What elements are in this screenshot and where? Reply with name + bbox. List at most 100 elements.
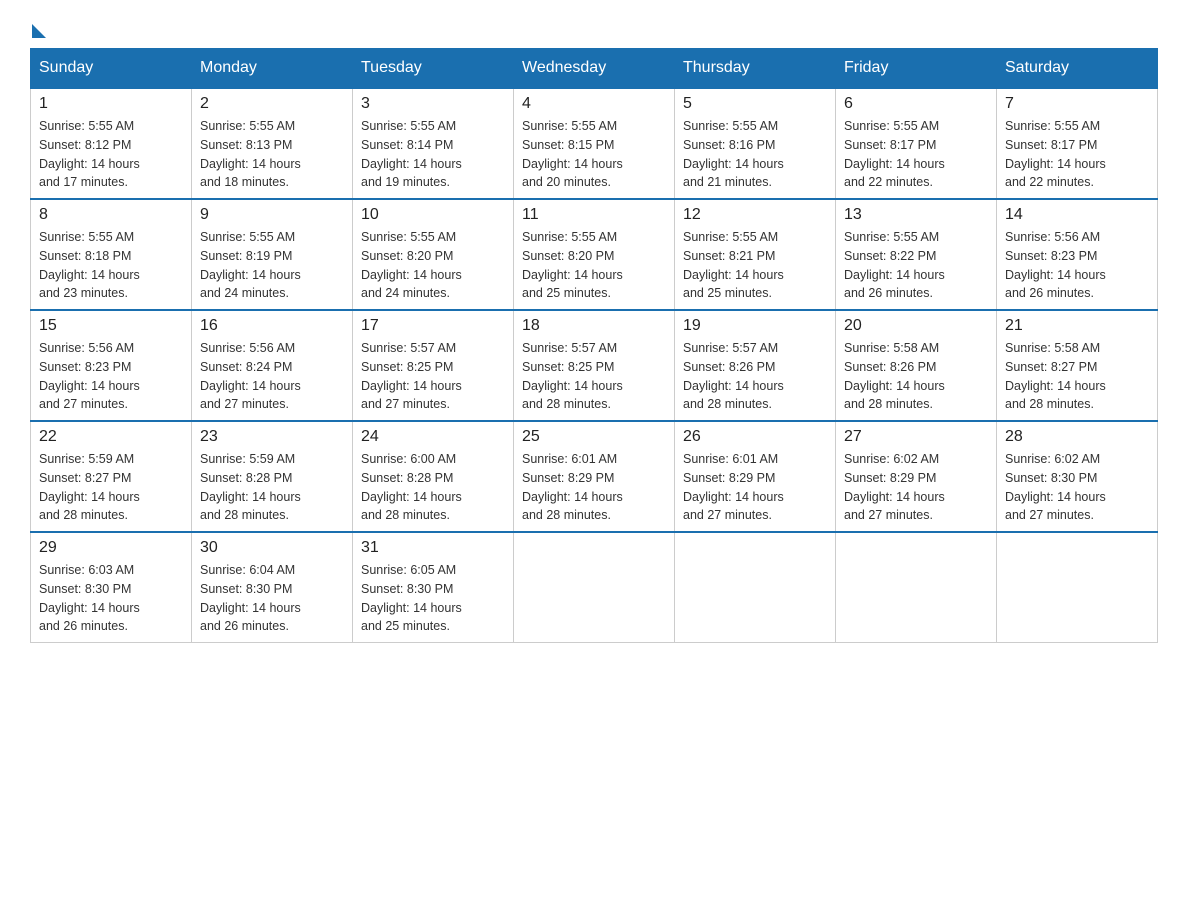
day-info: Sunrise: 5:55 AM Sunset: 8:16 PM Dayligh… — [683, 117, 827, 192]
day-number: 30 — [200, 539, 344, 557]
day-number: 29 — [39, 539, 183, 557]
day-number: 14 — [1005, 206, 1149, 224]
day-number: 20 — [844, 317, 988, 335]
day-of-week-header-wednesday: Wednesday — [514, 49, 675, 89]
day-number: 4 — [522, 95, 666, 113]
day-number: 23 — [200, 428, 344, 446]
calendar-cell: 22 Sunrise: 5:59 AM Sunset: 8:27 PM Dayl… — [31, 421, 192, 532]
calendar-header-row: SundayMondayTuesdayWednesdayThursdayFrid… — [31, 49, 1158, 89]
calendar-cell: 26 Sunrise: 6:01 AM Sunset: 8:29 PM Dayl… — [675, 421, 836, 532]
day-number: 22 — [39, 428, 183, 446]
calendar-cell: 15 Sunrise: 5:56 AM Sunset: 8:23 PM Dayl… — [31, 310, 192, 421]
day-info: Sunrise: 5:55 AM Sunset: 8:17 PM Dayligh… — [844, 117, 988, 192]
day-number: 15 — [39, 317, 183, 335]
day-of-week-header-monday: Monday — [192, 49, 353, 89]
calendar-cell: 21 Sunrise: 5:58 AM Sunset: 8:27 PM Dayl… — [997, 310, 1158, 421]
day-number: 7 — [1005, 95, 1149, 113]
logo — [30, 20, 46, 38]
calendar-cell: 17 Sunrise: 5:57 AM Sunset: 8:25 PM Dayl… — [353, 310, 514, 421]
day-number: 8 — [39, 206, 183, 224]
day-info: Sunrise: 5:59 AM Sunset: 8:28 PM Dayligh… — [200, 450, 344, 525]
day-number: 2 — [200, 95, 344, 113]
day-info: Sunrise: 5:55 AM Sunset: 8:21 PM Dayligh… — [683, 228, 827, 303]
day-info: Sunrise: 5:57 AM Sunset: 8:26 PM Dayligh… — [683, 339, 827, 414]
calendar-cell: 1 Sunrise: 5:55 AM Sunset: 8:12 PM Dayli… — [31, 88, 192, 199]
calendar-cell: 18 Sunrise: 5:57 AM Sunset: 8:25 PM Dayl… — [514, 310, 675, 421]
day-number: 5 — [683, 95, 827, 113]
day-info: Sunrise: 6:00 AM Sunset: 8:28 PM Dayligh… — [361, 450, 505, 525]
day-number: 3 — [361, 95, 505, 113]
day-info: Sunrise: 5:55 AM Sunset: 8:17 PM Dayligh… — [1005, 117, 1149, 192]
day-number: 17 — [361, 317, 505, 335]
calendar-cell: 23 Sunrise: 5:59 AM Sunset: 8:28 PM Dayl… — [192, 421, 353, 532]
day-info: Sunrise: 5:56 AM Sunset: 8:23 PM Dayligh… — [39, 339, 183, 414]
calendar-cell: 20 Sunrise: 5:58 AM Sunset: 8:26 PM Dayl… — [836, 310, 997, 421]
day-info: Sunrise: 6:03 AM Sunset: 8:30 PM Dayligh… — [39, 561, 183, 636]
calendar-cell: 9 Sunrise: 5:55 AM Sunset: 8:19 PM Dayli… — [192, 199, 353, 310]
calendar-cell: 5 Sunrise: 5:55 AM Sunset: 8:16 PM Dayli… — [675, 88, 836, 199]
calendar-cell: 2 Sunrise: 5:55 AM Sunset: 8:13 PM Dayli… — [192, 88, 353, 199]
day-number: 12 — [683, 206, 827, 224]
calendar-cell: 30 Sunrise: 6:04 AM Sunset: 8:30 PM Dayl… — [192, 532, 353, 643]
day-of-week-header-tuesday: Tuesday — [353, 49, 514, 89]
calendar-cell: 24 Sunrise: 6:00 AM Sunset: 8:28 PM Dayl… — [353, 421, 514, 532]
day-info: Sunrise: 6:01 AM Sunset: 8:29 PM Dayligh… — [522, 450, 666, 525]
calendar-cell: 11 Sunrise: 5:55 AM Sunset: 8:20 PM Dayl… — [514, 199, 675, 310]
calendar-week-row-2: 8 Sunrise: 5:55 AM Sunset: 8:18 PM Dayli… — [31, 199, 1158, 310]
calendar-week-row-1: 1 Sunrise: 5:55 AM Sunset: 8:12 PM Dayli… — [31, 88, 1158, 199]
calendar-cell — [997, 532, 1158, 643]
day-info: Sunrise: 6:05 AM Sunset: 8:30 PM Dayligh… — [361, 561, 505, 636]
calendar-cell: 16 Sunrise: 5:56 AM Sunset: 8:24 PM Dayl… — [192, 310, 353, 421]
day-number: 18 — [522, 317, 666, 335]
day-info: Sunrise: 5:55 AM Sunset: 8:12 PM Dayligh… — [39, 117, 183, 192]
calendar-cell: 25 Sunrise: 6:01 AM Sunset: 8:29 PM Dayl… — [514, 421, 675, 532]
day-info: Sunrise: 5:55 AM Sunset: 8:20 PM Dayligh… — [522, 228, 666, 303]
day-info: Sunrise: 5:57 AM Sunset: 8:25 PM Dayligh… — [522, 339, 666, 414]
day-of-week-header-thursday: Thursday — [675, 49, 836, 89]
calendar-cell: 10 Sunrise: 5:55 AM Sunset: 8:20 PM Dayl… — [353, 199, 514, 310]
day-info: Sunrise: 5:55 AM Sunset: 8:22 PM Dayligh… — [844, 228, 988, 303]
calendar-cell: 6 Sunrise: 5:55 AM Sunset: 8:17 PM Dayli… — [836, 88, 997, 199]
calendar-table: SundayMondayTuesdayWednesdayThursdayFrid… — [30, 48, 1158, 643]
calendar-cell: 3 Sunrise: 5:55 AM Sunset: 8:14 PM Dayli… — [353, 88, 514, 199]
day-info: Sunrise: 5:55 AM Sunset: 8:20 PM Dayligh… — [361, 228, 505, 303]
day-info: Sunrise: 5:55 AM Sunset: 8:14 PM Dayligh… — [361, 117, 505, 192]
day-info: Sunrise: 6:04 AM Sunset: 8:30 PM Dayligh… — [200, 561, 344, 636]
day-info: Sunrise: 5:59 AM Sunset: 8:27 PM Dayligh… — [39, 450, 183, 525]
day-info: Sunrise: 5:56 AM Sunset: 8:24 PM Dayligh… — [200, 339, 344, 414]
day-number: 31 — [361, 539, 505, 557]
calendar-cell — [514, 532, 675, 643]
day-info: Sunrise: 5:55 AM Sunset: 8:15 PM Dayligh… — [522, 117, 666, 192]
calendar-week-row-5: 29 Sunrise: 6:03 AM Sunset: 8:30 PM Dayl… — [31, 532, 1158, 643]
day-number: 21 — [1005, 317, 1149, 335]
day-number: 1 — [39, 95, 183, 113]
day-number: 16 — [200, 317, 344, 335]
day-of-week-header-saturday: Saturday — [997, 49, 1158, 89]
calendar-week-row-4: 22 Sunrise: 5:59 AM Sunset: 8:27 PM Dayl… — [31, 421, 1158, 532]
day-info: Sunrise: 5:55 AM Sunset: 8:18 PM Dayligh… — [39, 228, 183, 303]
page-header — [30, 20, 1158, 38]
day-number: 26 — [683, 428, 827, 446]
day-number: 9 — [200, 206, 344, 224]
day-info: Sunrise: 5:58 AM Sunset: 8:26 PM Dayligh… — [844, 339, 988, 414]
calendar-cell: 7 Sunrise: 5:55 AM Sunset: 8:17 PM Dayli… — [997, 88, 1158, 199]
day-number: 6 — [844, 95, 988, 113]
calendar-cell: 12 Sunrise: 5:55 AM Sunset: 8:21 PM Dayl… — [675, 199, 836, 310]
day-number: 11 — [522, 206, 666, 224]
day-info: Sunrise: 5:56 AM Sunset: 8:23 PM Dayligh… — [1005, 228, 1149, 303]
calendar-cell: 19 Sunrise: 5:57 AM Sunset: 8:26 PM Dayl… — [675, 310, 836, 421]
day-number: 13 — [844, 206, 988, 224]
day-info: Sunrise: 5:55 AM Sunset: 8:13 PM Dayligh… — [200, 117, 344, 192]
day-number: 24 — [361, 428, 505, 446]
day-number: 25 — [522, 428, 666, 446]
calendar-week-row-3: 15 Sunrise: 5:56 AM Sunset: 8:23 PM Dayl… — [31, 310, 1158, 421]
day-info: Sunrise: 6:02 AM Sunset: 8:29 PM Dayligh… — [844, 450, 988, 525]
day-info: Sunrise: 5:55 AM Sunset: 8:19 PM Dayligh… — [200, 228, 344, 303]
day-info: Sunrise: 5:58 AM Sunset: 8:27 PM Dayligh… — [1005, 339, 1149, 414]
calendar-cell: 28 Sunrise: 6:02 AM Sunset: 8:30 PM Dayl… — [997, 421, 1158, 532]
day-number: 28 — [1005, 428, 1149, 446]
day-number: 27 — [844, 428, 988, 446]
day-of-week-header-friday: Friday — [836, 49, 997, 89]
calendar-cell: 13 Sunrise: 5:55 AM Sunset: 8:22 PM Dayl… — [836, 199, 997, 310]
day-info: Sunrise: 5:57 AM Sunset: 8:25 PM Dayligh… — [361, 339, 505, 414]
